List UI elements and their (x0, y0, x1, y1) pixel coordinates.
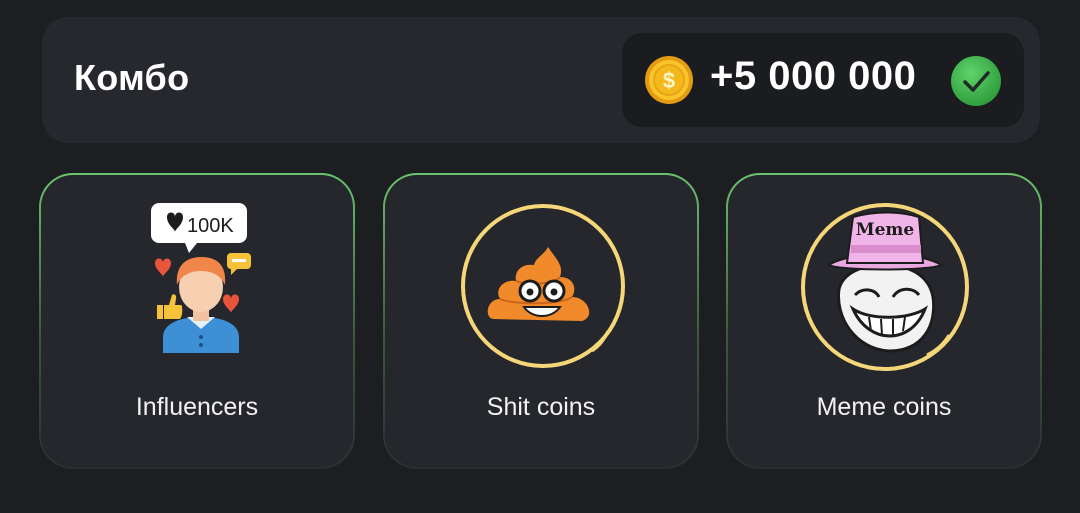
influencer-icon: 100K (151, 203, 251, 353)
card-influencers[interactable]: 100K Influencers (39, 173, 355, 469)
poop-emoji-icon (461, 204, 625, 368)
combo-header: Комбо $ +5 000 000 (42, 17, 1040, 143)
troll-face-icon: Meme (801, 203, 969, 371)
check-circle-icon (951, 56, 1001, 106)
gold-coin-icon: $ (645, 56, 693, 104)
reward-badge: $ +5 000 000 (622, 33, 1024, 127)
card-label: Shit coins (486, 393, 596, 421)
page-title: Комбо (74, 57, 190, 98)
card-label: Meme coins (816, 393, 952, 421)
hat-label: Meme (856, 220, 915, 240)
like-count: 100K (187, 215, 234, 237)
card-meme-coins[interactable]: Meme Meme coins (726, 173, 1042, 469)
card-shit-coins[interactable]: Shit coins (383, 173, 699, 469)
reward-amount: +5 000 000 (710, 54, 917, 98)
svg-text:$: $ (663, 68, 675, 93)
card-label: Influencers (135, 393, 259, 421)
